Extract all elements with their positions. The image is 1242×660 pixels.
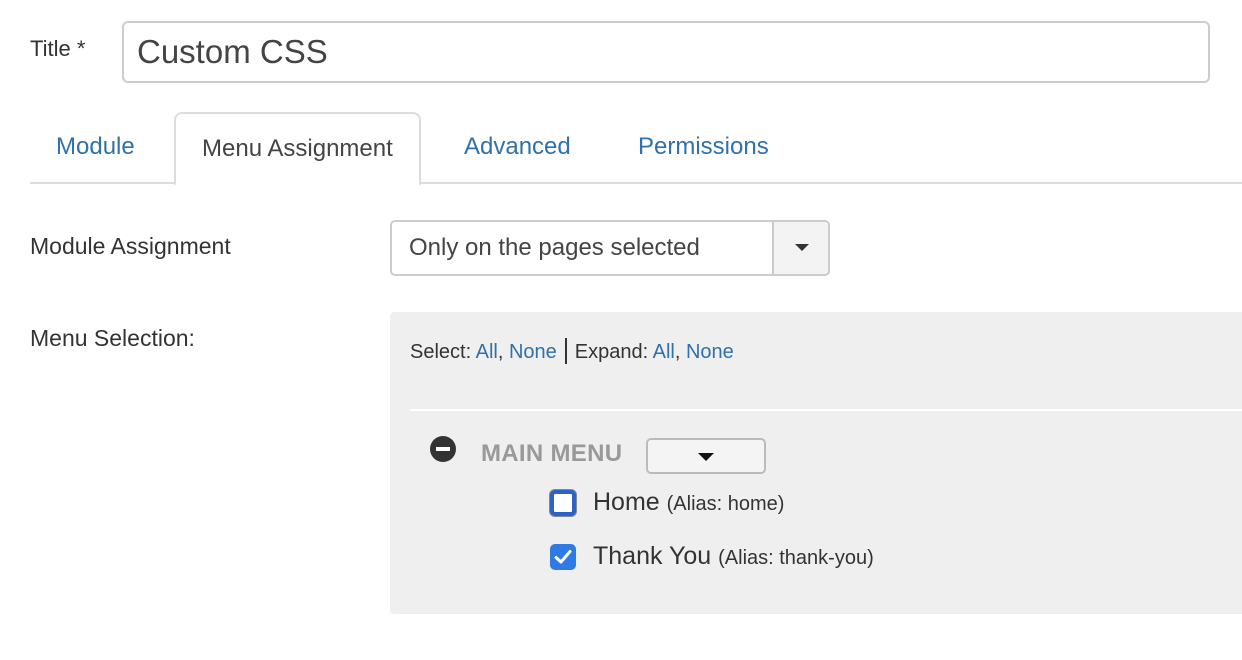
module-assignment-select[interactable]: Only on the pages selected (390, 220, 830, 276)
title-label: Title * (30, 36, 86, 61)
menu-selection-label: Menu Selection: (30, 325, 195, 351)
menu-selection-panel: Select: All, None Expand: All, None MAIN … (390, 312, 1242, 614)
select-label: Select: (410, 341, 472, 363)
expand-none-link[interactable]: None (686, 341, 734, 363)
checkbox-thank-you[interactable] (550, 544, 576, 570)
dropdown-toggle[interactable] (772, 222, 828, 274)
caret-down-icon (795, 244, 809, 251)
menu-item-label[interactable]: Thank You (Alias: thank-you) (593, 542, 874, 571)
menu-item-label[interactable]: Home (Alias: home) (593, 488, 784, 517)
checkbox-home[interactable] (550, 490, 576, 516)
menu-title: MAIN MENU (481, 440, 623, 467)
checkmark-icon (554, 550, 572, 564)
tab-advanced[interactable]: Advanced (438, 112, 597, 184)
separator (564, 338, 567, 364)
tab-bar: Module Menu Assignment Advanced Permissi… (30, 112, 1242, 186)
tab-menu-assignment[interactable]: Menu Assignment (174, 112, 421, 186)
divider (410, 409, 1242, 411)
menu-item-alias: (Alias: home) (666, 493, 785, 515)
select-all-link[interactable]: All (476, 341, 498, 363)
module-assignment-label: Module Assignment (30, 233, 231, 259)
title-input[interactable] (122, 21, 1210, 83)
expand-label: Expand: (574, 341, 649, 363)
menu-options-dropdown[interactable] (646, 438, 766, 474)
module-assignment-value: Only on the pages selected (409, 234, 700, 261)
minus-circle-icon[interactable] (430, 436, 456, 462)
select-none-link[interactable]: None (509, 341, 557, 363)
caret-down-icon (698, 453, 714, 461)
tab-permissions[interactable]: Permissions (612, 112, 795, 184)
tab-module[interactable]: Module (30, 112, 161, 184)
menu-item-alias: (Alias: thank-you) (718, 547, 874, 569)
expand-all-link[interactable]: All (653, 341, 675, 363)
select-expand-controls: Select: All, None Expand: All, None (410, 338, 734, 364)
